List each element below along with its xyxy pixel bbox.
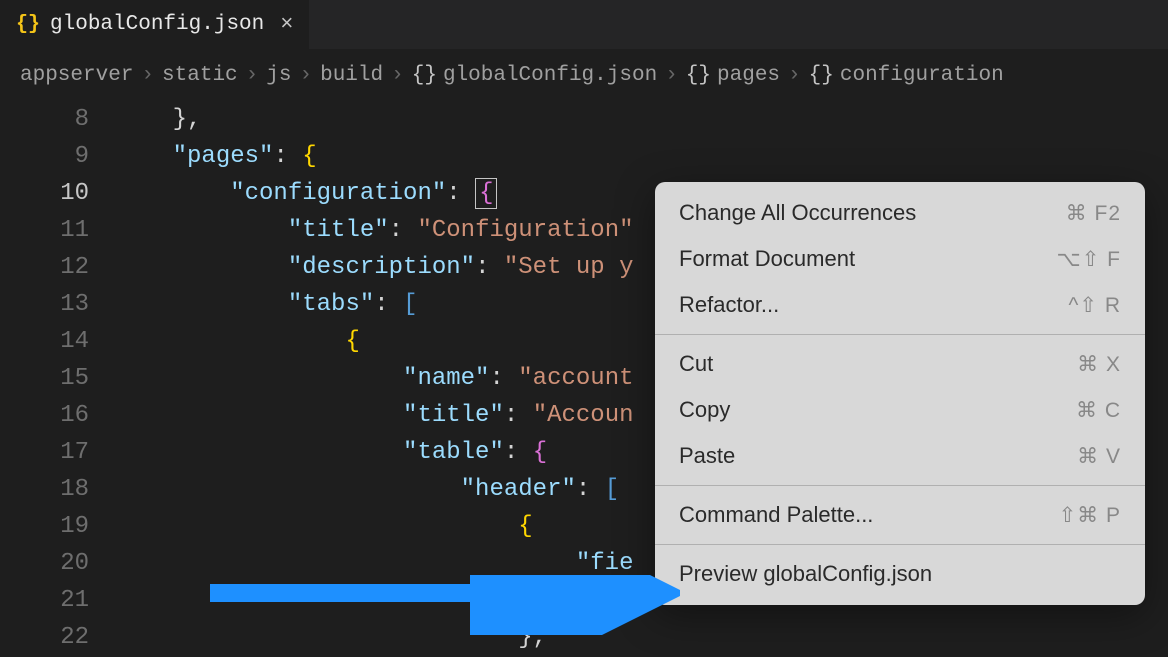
menu-label: Change All Occurrences — [679, 200, 916, 226]
line-number: 9 — [0, 138, 89, 175]
menu-separator — [655, 485, 1145, 486]
menu-label: Refactor... — [679, 292, 779, 318]
menu-item-refactor[interactable]: Refactor... ^⇧ R — [655, 282, 1145, 328]
line-number: 22 — [0, 619, 89, 656]
breadcrumb-item[interactable]: static — [162, 64, 238, 87]
menu-shortcut: ^⇧ R — [1069, 293, 1121, 318]
menu-shortcut: ⌘ C — [1076, 398, 1121, 423]
close-icon[interactable]: × — [280, 12, 293, 37]
menu-shortcut: ⌥⇧ F — [1057, 247, 1121, 272]
line-number: 17 — [0, 434, 89, 471]
chevron-right-icon: › — [391, 64, 404, 87]
menu-shortcut: ⌘ F2 — [1066, 201, 1121, 226]
menu-label: Command Palette... — [679, 502, 873, 528]
menu-label: Paste — [679, 443, 735, 469]
line-number: 11 — [0, 212, 89, 249]
line-number: 13 — [0, 286, 89, 323]
menu-label: Copy — [679, 397, 730, 423]
line-gutter: 8 9 10 11 12 13 14 15 16 17 18 19 20 21 … — [0, 101, 115, 656]
editor-tab[interactable]: {} globalConfig.json × — [0, 0, 309, 49]
breadcrumb-item[interactable]: appserver — [20, 64, 133, 87]
breadcrumb: appserver › static › js › build › {} glo… — [0, 50, 1168, 101]
tab-title: globalConfig.json — [50, 13, 264, 36]
menu-label: Cut — [679, 351, 713, 377]
json-icon: {} — [16, 13, 40, 36]
chevron-right-icon: › — [246, 64, 259, 87]
code-line: "pages": { — [115, 138, 1168, 175]
menu-item-paste[interactable]: Paste ⌘ V — [655, 433, 1145, 479]
line-number: 12 — [0, 249, 89, 286]
menu-item-cut[interactable]: Cut ⌘ X — [655, 341, 1145, 387]
line-number: 21 — [0, 582, 89, 619]
chevron-right-icon: › — [788, 64, 801, 87]
chevron-right-icon: › — [299, 64, 312, 87]
menu-item-command-palette[interactable]: Command Palette... ⇧⌘ P — [655, 492, 1145, 538]
context-menu: Change All Occurrences ⌘ F2 Format Docum… — [655, 182, 1145, 605]
menu-separator — [655, 544, 1145, 545]
line-number: 15 — [0, 360, 89, 397]
code-line: }, — [115, 619, 1168, 656]
json-icon: {} — [412, 64, 437, 87]
object-icon: {} — [686, 64, 711, 87]
menu-item-format[interactable]: Format Document ⌥⇧ F — [655, 236, 1145, 282]
menu-item-change-all[interactable]: Change All Occurrences ⌘ F2 — [655, 190, 1145, 236]
code-line: }, — [115, 101, 1168, 138]
breadcrumb-label: configuration — [840, 64, 1004, 87]
menu-label: Preview globalConfig.json — [679, 561, 932, 587]
line-number: 20 — [0, 545, 89, 582]
chevron-right-icon: › — [665, 64, 678, 87]
line-number: 8 — [0, 101, 89, 138]
menu-shortcut: ⌘ V — [1077, 444, 1121, 469]
breadcrumb-item[interactable]: {} pages — [686, 64, 780, 87]
line-number: 18 — [0, 471, 89, 508]
line-number: 19 — [0, 508, 89, 545]
menu-shortcut: ⇧⌘ P — [1059, 503, 1121, 528]
line-number: 10 — [0, 175, 89, 212]
breadcrumb-item[interactable]: js — [266, 64, 291, 87]
menu-shortcut: ⌘ X — [1077, 352, 1121, 377]
breadcrumb-item[interactable]: {} globalConfig.json — [412, 64, 657, 87]
breadcrumb-label: pages — [717, 64, 780, 87]
breadcrumb-item[interactable]: {} configuration — [809, 64, 1004, 87]
menu-label: Format Document — [679, 246, 855, 272]
menu-separator — [655, 334, 1145, 335]
line-number: 14 — [0, 323, 89, 360]
breadcrumb-item[interactable]: build — [320, 64, 383, 87]
menu-item-copy[interactable]: Copy ⌘ C — [655, 387, 1145, 433]
line-number: 16 — [0, 397, 89, 434]
object-icon: {} — [809, 64, 834, 87]
tab-bar: {} globalConfig.json × — [0, 0, 1168, 50]
breadcrumb-label: globalConfig.json — [443, 64, 657, 87]
menu-item-preview[interactable]: Preview globalConfig.json — [655, 551, 1145, 597]
chevron-right-icon: › — [141, 64, 154, 87]
